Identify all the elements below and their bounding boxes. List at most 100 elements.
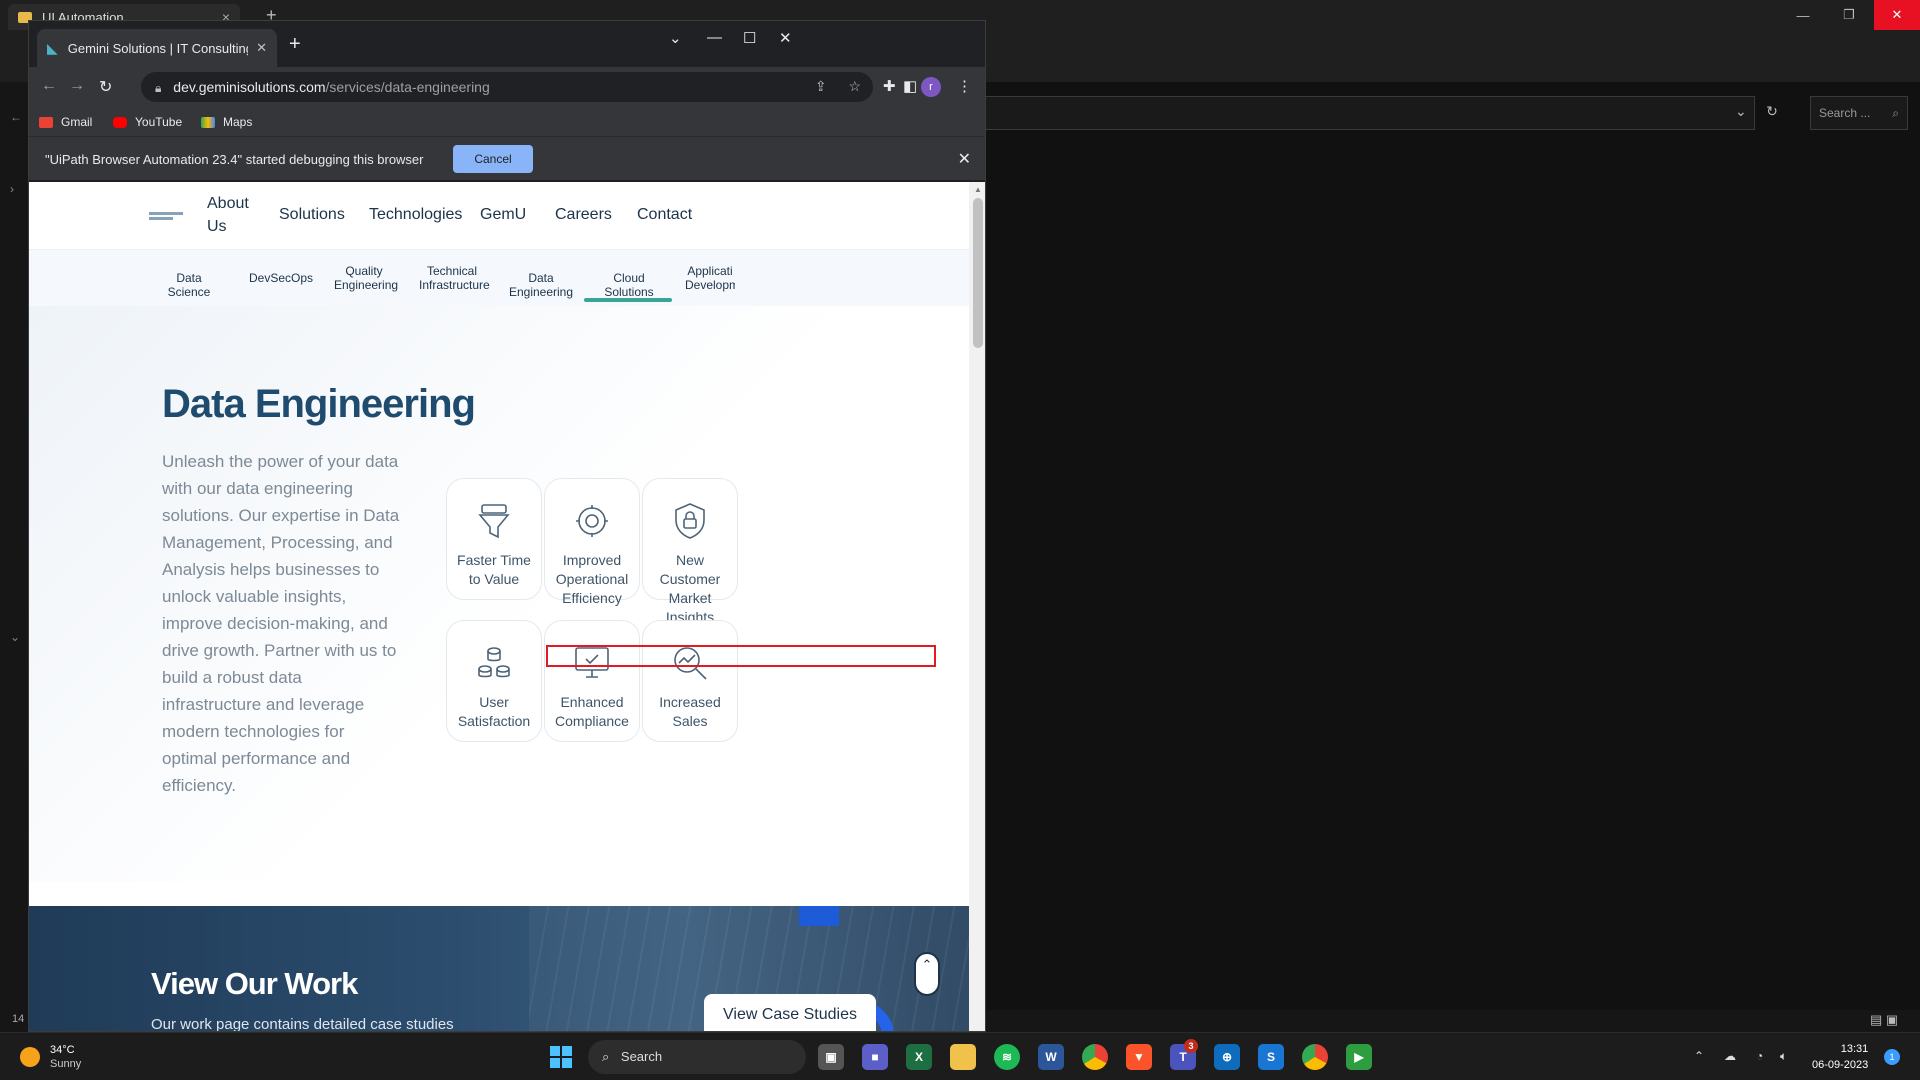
browser-toolbar: ← → ↻ 🔒︎ dev.geminisolutions.com/service…: [29, 67, 985, 107]
scrollbar-thumb[interactable]: [973, 198, 983, 348]
weather-condition: Sunny: [50, 1058, 82, 1070]
nav-technologies[interactable]: Technologies: [369, 206, 462, 224]
benefit-card: Improved Operational Efficiency: [544, 478, 640, 606]
background-address-bar[interactable]: [985, 96, 1755, 130]
site-header: About Us Solutions Technologies GemU Car…: [29, 182, 969, 250]
bookmark-star-icon[interactable]: ☆: [848, 78, 861, 94]
sun-icon: [20, 1047, 40, 1067]
youtube-icon: [113, 116, 127, 128]
task-view-icon[interactable]: ▣: [818, 1044, 844, 1070]
weather-widget[interactable]: 34°C Sunny: [20, 1043, 81, 1071]
extensions-icon[interactable]: ✚: [883, 77, 896, 95]
view-toggle-icons[interactable]: ▤ ▣: [1870, 1012, 1898, 1028]
benefit-label: Increased Sales: [659, 694, 721, 729]
browser-tab-active[interactable]: ◣ Gemini Solutions | IT Consulting, ✕: [37, 29, 277, 67]
tray-chevron-icon[interactable]: ⌃: [1694, 1049, 1704, 1063]
tab-search-icon[interactable]: ⌄: [669, 29, 682, 47]
scroll-to-top-button[interactable]: ⌃: [914, 952, 940, 996]
brave-icon[interactable]: ▼: [1126, 1044, 1152, 1070]
browser-window: ◣ Gemini Solutions | IT Consulting, ✕ + …: [28, 20, 986, 1032]
volume-icon[interactable]: 🔈︎: [1780, 1049, 1787, 1064]
nav-contact[interactable]: Contact: [637, 206, 692, 224]
page-title: Data Engineering: [162, 382, 476, 426]
teams-meet-icon[interactable]: ■: [862, 1044, 888, 1070]
url-path: /services/data-engineering: [325, 79, 490, 95]
back-icon[interactable]: ←: [41, 77, 57, 95]
benefit-label: Faster Time to Value: [457, 552, 531, 587]
highlight-selection-box: [546, 645, 936, 667]
chrome-profile-icon[interactable]: [1302, 1044, 1328, 1070]
wifi-icon[interactable]: ◔: [1756, 1049, 1763, 1063]
scroll-up-arrow-icon[interactable]: ▲: [974, 185, 982, 194]
taskbar-search[interactable]: ⌕ Search: [588, 1040, 806, 1074]
gear-icon: [576, 505, 608, 537]
bookmark-youtube[interactable]: YouTube: [113, 115, 182, 129]
subnav-cloud-solutions[interactable]: Cloud Solutions: [593, 271, 665, 299]
excel-icon[interactable]: X: [906, 1044, 932, 1070]
uipath-assistant-icon[interactable]: ▶: [1346, 1044, 1372, 1070]
subnav-devsecops[interactable]: DevSecOps: [249, 271, 313, 285]
url-host: dev.geminisolutions.com: [173, 79, 326, 95]
bookmark-maps[interactable]: Maps: [201, 115, 252, 129]
background-search-placeholder: Search ...: [1819, 106, 1871, 120]
view-case-studies-button[interactable]: View Case Studies: [704, 994, 876, 1031]
address-bar[interactable]: 🔒︎ dev.geminisolutions.com/services/data…: [141, 72, 873, 102]
close-tab-icon[interactable]: ✕: [256, 40, 267, 56]
gemini-logo[interactable]: [149, 212, 189, 220]
benefit-card: Enhanced Compliance: [544, 620, 640, 742]
nav-solutions[interactable]: Solutions: [279, 206, 345, 224]
forward-icon[interactable]: →: [69, 77, 85, 95]
subnav-data-engineering[interactable]: Data Engineering: [503, 271, 579, 299]
subnav-technical-infrastructure[interactable]: Technical Infrastructure: [419, 264, 490, 292]
spotify-icon[interactable]: ≋: [994, 1044, 1020, 1070]
services-subnav: Data Science DevSecOps Quality Engineeri…: [29, 250, 969, 306]
benefit-card: New Customer Market Insights: [642, 478, 738, 625]
nav-careers[interactable]: Careers: [555, 206, 612, 224]
close-window-icon[interactable]: ✕: [779, 29, 792, 47]
chevron-down-icon[interactable]: ⌄: [10, 630, 20, 644]
subnav-quality-engineering[interactable]: Quality Engineering: [334, 264, 398, 292]
close-infobar-icon[interactable]: ✕: [958, 149, 971, 169]
notification-badge[interactable]: 1: [1884, 1049, 1900, 1065]
benefit-card: User Satisfaction: [446, 620, 542, 742]
nav-about-us[interactable]: About Us: [207, 192, 257, 238]
profile-avatar[interactable]: r: [921, 77, 941, 97]
restore-icon[interactable]: ❐: [1826, 0, 1872, 30]
minimize-icon[interactable]: —: [707, 29, 722, 46]
network-app-icon[interactable]: ⊕: [1214, 1044, 1240, 1070]
debugging-infobar: "UiPath Browser Automation 23.4" started…: [29, 137, 985, 181]
menu-kebab-icon[interactable]: ⋮: [957, 77, 972, 95]
bookmark-gmail[interactable]: Gmail: [39, 115, 92, 129]
cancel-button[interactable]: Cancel: [453, 145, 533, 173]
taskbar: 34°C Sunny ⌕ Search ▣ ■ X ≋ W ▼ T 3 ⊕ S …: [0, 1032, 1920, 1080]
taskbar-search-label: Search: [620, 1049, 663, 1064]
chevron-right-icon[interactable]: ›: [10, 182, 14, 196]
close-window-button[interactable]: ✕: [1874, 0, 1920, 30]
side-panel-icon[interactable]: ◧: [903, 77, 917, 95]
benefit-card: Increased Sales: [642, 620, 738, 742]
skype-for-business-icon[interactable]: S: [1258, 1044, 1284, 1070]
lock-icon[interactable]: 🔒︎: [155, 81, 161, 95]
teams-badge: 3: [1184, 1039, 1198, 1053]
benefit-label: Enhanced Compliance: [555, 694, 629, 729]
background-search-input[interactable]: Search ... ⌕: [1810, 96, 1908, 130]
chrome-icon[interactable]: [1082, 1044, 1108, 1070]
word-icon[interactable]: W: [1038, 1044, 1064, 1070]
bookmark-label: Gmail: [61, 115, 93, 129]
reload-icon[interactable]: ↻: [99, 77, 112, 97]
new-tab-button[interactable]: +: [289, 33, 301, 56]
funnel-icon: [478, 504, 510, 539]
system-clock[interactable]: 13:31 06-09-2023: [1812, 1041, 1868, 1073]
windows-start-icon[interactable]: [550, 1046, 572, 1068]
nav-gemu[interactable]: GemU: [480, 206, 526, 224]
subnav-data-science[interactable]: Data Science: [159, 271, 219, 299]
file-explorer-icon[interactable]: [950, 1044, 976, 1070]
share-icon[interactable]: ⇪: [815, 78, 827, 94]
onedrive-icon[interactable]: ☁: [1724, 1049, 1736, 1063]
bookmarks-bar: Gmail YouTube Maps: [29, 107, 985, 137]
page-scrollbar[interactable]: ▲: [969, 182, 985, 1031]
maximize-icon[interactable]: ☐: [743, 29, 756, 47]
back-arrow-icon[interactable]: ←: [10, 110, 22, 124]
subnav-application-development[interactable]: Applicati Developm: [685, 264, 735, 292]
minimize-icon[interactable]: —: [1780, 0, 1826, 30]
